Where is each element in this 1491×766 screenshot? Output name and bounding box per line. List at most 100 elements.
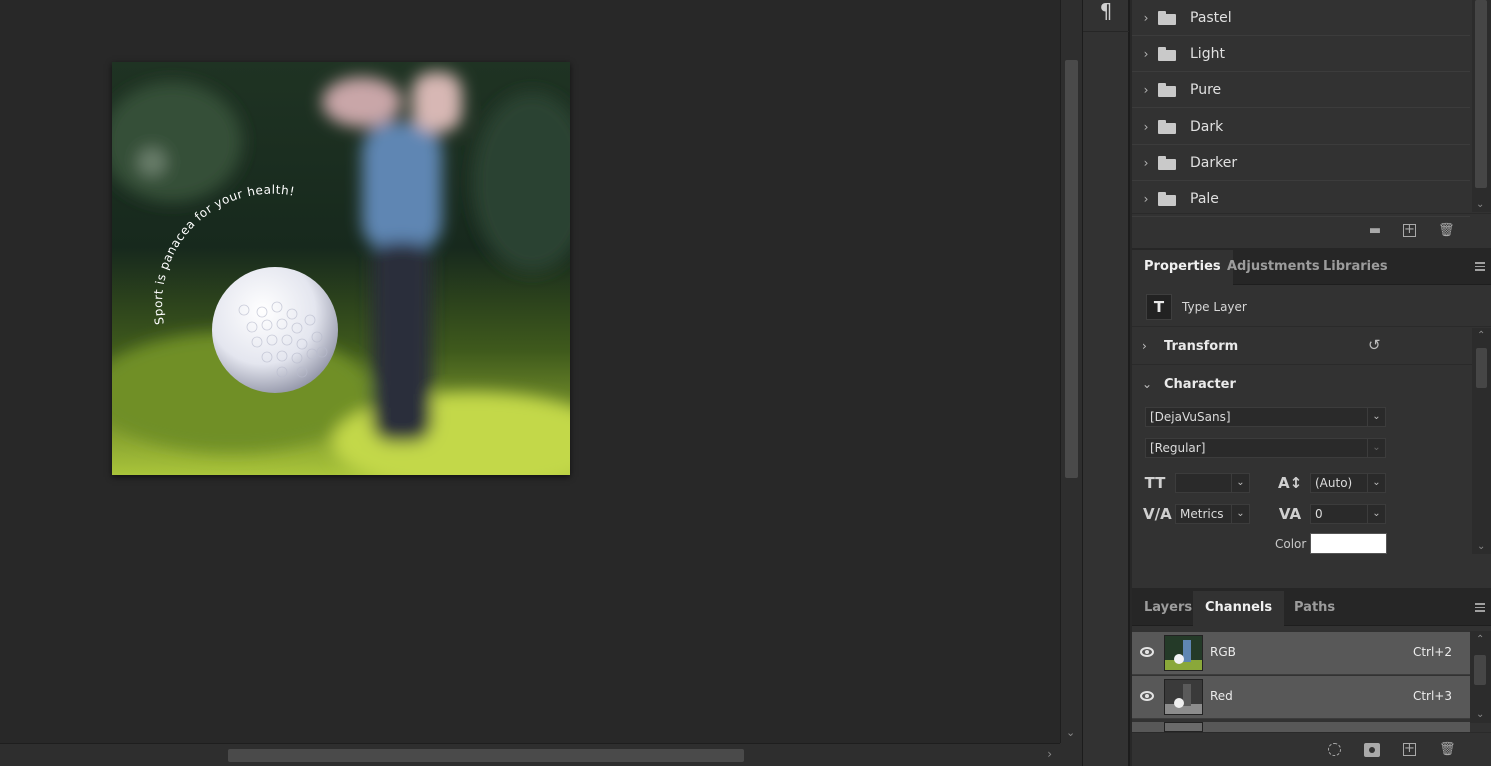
artboard-image[interactable]: Sport is panacea for your health! (112, 62, 570, 475)
swatch-group-pure[interactable]: › Pure (1132, 72, 1470, 108)
horizontal-scroll-thumb[interactable] (228, 749, 744, 762)
swatches-scroll-thumb[interactable] (1475, 0, 1487, 188)
properties-scroll-thumb[interactable] (1476, 348, 1487, 388)
folder-icon (1158, 191, 1178, 206)
font-family-value: [DejaVuSans] (1150, 410, 1231, 424)
trash-icon[interactable]: 🗑 (1438, 224, 1455, 238)
section-title: Character (1164, 377, 1236, 392)
channel-thumbnail (1164, 635, 1203, 671)
rgb-thumbnail-image (1165, 636, 1202, 670)
new-channel-plus-icon[interactable]: + (1403, 742, 1416, 756)
font-size-icon: TT (1144, 474, 1166, 492)
scroll-up-arrow-icon[interactable]: ⌃ (1476, 634, 1484, 645)
layers-channels-tabbar: Layers Channels Paths (1132, 591, 1491, 626)
swatch-group-pastel[interactable]: › Pastel (1132, 0, 1470, 36)
chevron-right-icon[interactable]: › (1136, 192, 1156, 206)
chevron-down-icon[interactable]: ⌄ (1231, 474, 1249, 492)
scroll-down-arrow-icon[interactable]: ⌄ (1066, 726, 1075, 739)
chevron-right-icon[interactable]: › (1136, 120, 1156, 134)
scroll-down-arrow-icon[interactable]: ⌄ (1476, 199, 1484, 210)
chevron-right-icon[interactable]: › (1136, 47, 1156, 61)
channels-scroll-thumb[interactable] (1474, 655, 1486, 685)
swatch-group-label: Pure (1190, 81, 1222, 98)
channel-shortcut: Ctrl+2 (1412, 645, 1452, 659)
channel-row-partial[interactable] (1132, 722, 1470, 732)
swatch-group-darker[interactable]: › Darker (1132, 145, 1470, 181)
channels-footer: + 🗑 (1132, 732, 1491, 766)
panel-menu-icon[interactable] (1475, 262, 1485, 271)
character-section-header[interactable]: ⌄ Character (1132, 366, 1472, 403)
vertical-scroll-thumb[interactable] (1065, 60, 1078, 478)
chevron-down-icon[interactable]: ⌄ (1231, 505, 1249, 523)
scroll-right-arrow-icon[interactable]: › (1047, 747, 1052, 761)
swatch-group-light[interactable]: › Light (1132, 36, 1470, 72)
channel-name: RGB (1210, 645, 1236, 659)
scroll-down-arrow-icon[interactable]: ⌄ (1477, 541, 1485, 552)
font-style-select[interactable]: [Regular] ⌄ (1145, 438, 1386, 458)
section-title: Transform (1164, 339, 1239, 354)
type-layer-icon: T (1146, 294, 1172, 320)
chevron-right-icon[interactable]: › (1136, 83, 1156, 97)
font-family-select[interactable]: [DejaVuSans] ⌄ (1145, 407, 1386, 427)
paragraph-panel-icon[interactable]: ¶ (1083, 0, 1129, 32)
new-swatch-plus-icon[interactable]: + (1403, 223, 1416, 237)
color-label: Color (1275, 537, 1307, 551)
swatch-group-label: Dark (1190, 118, 1224, 135)
tracking-field[interactable]: 0 ⌄ (1310, 504, 1386, 524)
golf-photo: Sport is panacea for your health! (112, 62, 570, 475)
chevron-right-icon[interactable]: › (1136, 156, 1156, 170)
folder-icon (1158, 82, 1178, 97)
swatches-panel: › Pastel › Light › Pure › Dark › Darker … (1132, 0, 1491, 248)
channel-shortcut: Ctrl+3 (1412, 689, 1452, 703)
visibility-eye-icon[interactable] (1140, 691, 1154, 701)
channel-thumbnail (1164, 722, 1203, 732)
transform-section-header[interactable]: › Transform ↺ (1132, 328, 1472, 365)
properties-scrollbar[interactable]: ⌃ ⌄ (1472, 328, 1491, 554)
folder-icon (1158, 10, 1178, 25)
font-style-value: [Regular] (1150, 441, 1206, 455)
swatch-group-label: Darker (1190, 154, 1238, 171)
scroll-up-arrow-icon[interactable]: ⌃ (1477, 330, 1485, 341)
new-group-folder-icon[interactable]: ▬ (1367, 224, 1383, 238)
text-color-swatch[interactable] (1310, 533, 1387, 554)
channel-row-red[interactable]: Red Ctrl+3 (1132, 676, 1470, 719)
swatch-group-pale[interactable]: › Pale (1132, 181, 1470, 217)
panel-icon-strip: ¶ (1082, 0, 1130, 766)
canvas-vertical-scrollbar[interactable]: ⌄ (1060, 0, 1082, 743)
kerning-value: Metrics (1180, 507, 1224, 521)
channels-panel: Layers Channels Paths RGB Ctrl+2 Red Ctr… (1132, 591, 1491, 766)
trash-icon[interactable]: 🗑 (1439, 743, 1456, 757)
chevron-down-icon[interactable]: ⌄ (1142, 377, 1152, 391)
tracking-icon: VA (1278, 505, 1302, 523)
load-selection-icon[interactable] (1328, 743, 1341, 756)
tab-channels[interactable]: Channels (1193, 591, 1285, 626)
leading-field[interactable]: (Auto) ⌄ (1310, 473, 1386, 493)
chevron-down-icon[interactable]: ⌄ (1367, 474, 1385, 492)
chevron-down-icon[interactable]: ⌄ (1367, 505, 1385, 523)
folder-icon (1158, 119, 1178, 134)
visibility-eye-icon[interactable] (1140, 647, 1154, 657)
leading-icon: A↕ (1278, 474, 1303, 492)
swatch-group-label: Pale (1190, 190, 1219, 207)
channel-row-rgb[interactable]: RGB Ctrl+2 (1132, 632, 1470, 675)
kerning-select[interactable]: Metrics ⌄ (1175, 504, 1250, 524)
scroll-down-arrow-icon[interactable]: ⌄ (1476, 709, 1484, 720)
leading-value: (Auto) (1315, 476, 1353, 490)
swatch-group-dark[interactable]: › Dark (1132, 109, 1470, 145)
swatches-scrollbar[interactable]: ⌄ (1472, 0, 1491, 212)
channels-scrollbar[interactable]: ⌃ ⌄ (1470, 631, 1491, 723)
canvas-horizontal-scrollbar[interactable]: › (0, 743, 1060, 766)
font-size-field[interactable]: ⌄ (1175, 473, 1250, 493)
tab-libraries[interactable]: Libraries (1311, 250, 1400, 285)
document-canvas-area[interactable]: Sport is panacea for your health! (0, 0, 1060, 743)
save-selection-mask-icon[interactable] (1364, 743, 1380, 757)
tab-paths[interactable]: Paths (1282, 591, 1347, 626)
right-panel-dock: › Pastel › Light › Pure › Dark › Darker … (1132, 0, 1491, 766)
chevron-down-icon[interactable]: ⌄ (1367, 408, 1385, 426)
panel-menu-icon[interactable] (1475, 603, 1485, 612)
channel-name: Red (1210, 689, 1233, 703)
swatch-folder-list: › Pastel › Light › Pure › Dark › Darker … (1132, 0, 1472, 217)
chevron-right-icon[interactable]: › (1142, 339, 1147, 353)
reset-transform-icon[interactable]: ↺ (1368, 337, 1385, 354)
chevron-right-icon[interactable]: › (1136, 11, 1156, 25)
